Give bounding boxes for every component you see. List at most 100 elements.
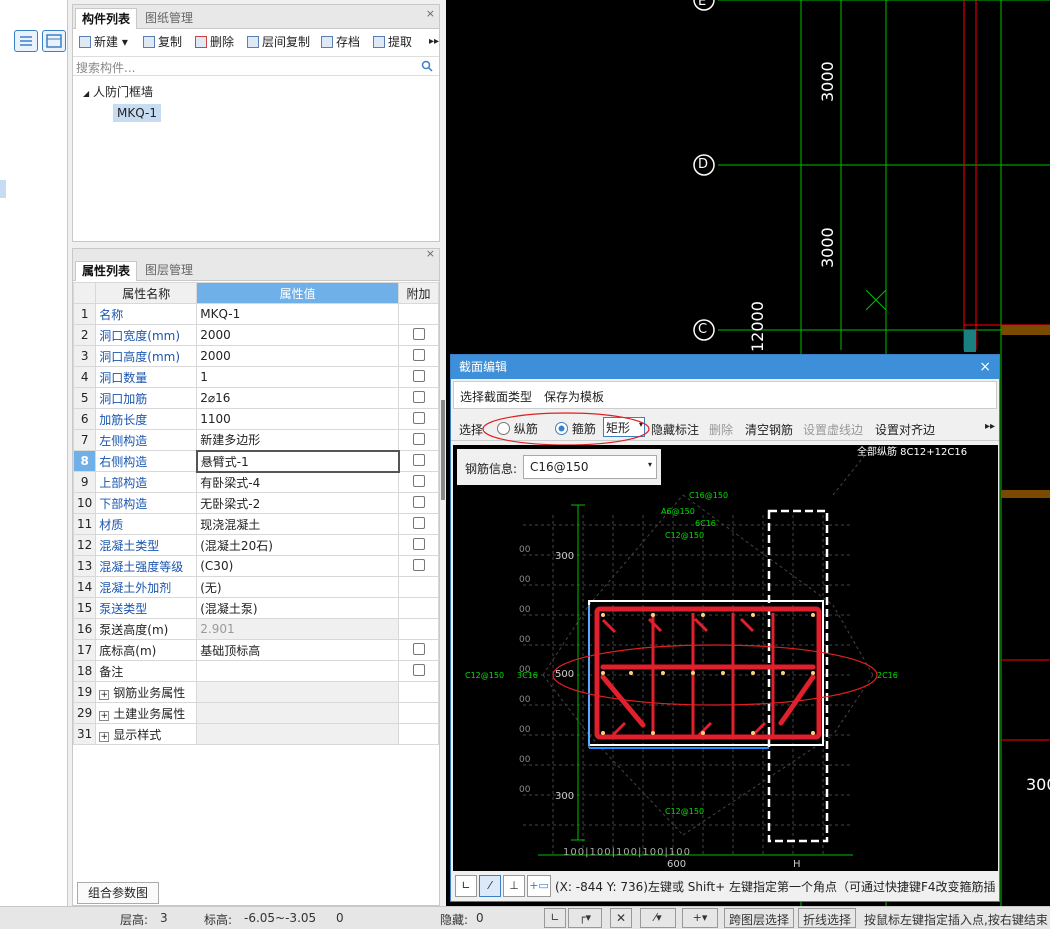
floor-copy-button[interactable]: 层间复制: [247, 31, 310, 53]
more-icon[interactable]: ▸▸: [429, 36, 439, 47]
cross-layer-select-button[interactable]: 跨图层选择: [724, 908, 795, 928]
table-row[interactable]: 11 材质 现浇混凝土: [72, 513, 439, 535]
line-icon[interactable]: ⁄: [479, 875, 501, 897]
cross-mode-icon[interactable]: ✕: [610, 908, 632, 928]
insert-mode-icon[interactable]: +▾: [682, 908, 718, 928]
property-value[interactable]: 2⌀16: [196, 387, 399, 409]
property-value[interactable]: 有卧梁式-4: [196, 471, 399, 493]
select-tool[interactable]: 选择: [459, 421, 483, 438]
table-row[interactable]: 13 混凝土强度等级 (C30): [72, 555, 439, 577]
close-icon[interactable]: ×: [979, 355, 991, 379]
attach-checkbox[interactable]: [398, 324, 439, 346]
table-row[interactable]: 19 + 钢筋业务属性: [72, 681, 439, 703]
insert-point-icon[interactable]: +▭: [527, 875, 551, 897]
property-value[interactable]: (无): [196, 576, 399, 598]
attach-checkbox[interactable]: [398, 345, 439, 367]
table-row[interactable]: 3 洞口高度(mm) 2000: [72, 345, 439, 367]
attach-checkbox[interactable]: [398, 492, 439, 514]
delete-rebar-button[interactable]: 删除: [709, 421, 733, 438]
snap-mode-icon[interactable]: ┌▾: [568, 908, 602, 928]
tree-item-mkq1[interactable]: MKQ-1: [113, 104, 161, 122]
polyline-select-button[interactable]: 折线选择: [798, 908, 857, 928]
search-input[interactable]: 搜索构件...: [73, 56, 439, 76]
new-button[interactable]: 新建 ▾: [79, 31, 128, 53]
ortho-icon[interactable]: ∟: [455, 875, 477, 897]
table-row[interactable]: 6 加筋长度 1100: [72, 408, 439, 430]
archive-button[interactable]: 存档: [321, 31, 360, 53]
property-value[interactable]: 2000: [196, 324, 399, 346]
property-value[interactable]: 1: [196, 366, 399, 388]
property-value[interactable]: MKQ-1: [196, 303, 399, 325]
table-row[interactable]: 16 泵送高度(m) 2.901: [72, 618, 439, 640]
extract-button[interactable]: 提取: [373, 31, 412, 53]
table-row[interactable]: 18 备注: [72, 660, 439, 682]
attach-checkbox[interactable]: [398, 534, 439, 556]
tab-layer-manage[interactable]: 图层管理: [139, 261, 199, 281]
line-mode-icon[interactable]: ⁄▾: [640, 908, 676, 928]
close-icon[interactable]: ×: [426, 7, 435, 20]
table-row[interactable]: 8 右侧构造 悬臂式-1: [72, 449, 439, 473]
table-row[interactable]: 14 混凝土外加剂 (无): [72, 576, 439, 598]
property-value[interactable]: 基础顶标高: [196, 639, 399, 661]
table-row[interactable]: 10 下部构造 无卧梁式-2: [72, 492, 439, 514]
ortho-mode-icon[interactable]: ∟: [544, 908, 566, 928]
collapse-icon[interactable]: ◢: [83, 89, 89, 98]
table-row[interactable]: 9 上部构造 有卧梁式-4: [72, 471, 439, 493]
expand-icon[interactable]: +: [99, 731, 110, 742]
property-value[interactable]: (混凝土泵): [196, 597, 399, 619]
table-row[interactable]: 15 泵送类型 (混凝土泵): [72, 597, 439, 619]
perpendicular-icon[interactable]: ⊥: [503, 875, 525, 897]
table-row[interactable]: 1 名称 MKQ-1: [72, 303, 439, 325]
attach-checkbox[interactable]: [398, 429, 439, 451]
property-value[interactable]: [196, 723, 399, 745]
property-value[interactable]: [196, 702, 399, 724]
tab-component-list[interactable]: 构件列表: [75, 8, 138, 29]
property-value[interactable]: 1100: [196, 408, 399, 430]
table-row[interactable]: 31 + 显示样式: [72, 723, 439, 745]
property-value[interactable]: 无卧梁式-2: [196, 492, 399, 514]
set-align-edge-button[interactable]: 设置对齐边: [875, 421, 935, 438]
table-row[interactable]: 5 洞口加筋 2⌀16: [72, 387, 439, 409]
combo-param-button[interactable]: 组合参数图: [77, 882, 159, 904]
select-section-type-menu[interactable]: 选择截面类型: [460, 388, 532, 405]
list-view-icon[interactable]: [14, 30, 38, 52]
copy-button[interactable]: 复制: [143, 31, 182, 53]
property-value[interactable]: [196, 660, 399, 682]
delete-button[interactable]: 删除: [195, 31, 234, 53]
attach-checkbox[interactable]: [398, 387, 439, 409]
save-as-template-menu[interactable]: 保存为模板: [544, 388, 604, 405]
tab-drawing-manage[interactable]: 图纸管理: [139, 8, 199, 29]
attach-checkbox[interactable]: [398, 513, 439, 535]
property-value[interactable]: (C30): [196, 555, 399, 577]
expand-icon[interactable]: +: [99, 710, 110, 721]
property-value[interactable]: 2.901: [196, 618, 399, 640]
property-value[interactable]: [196, 681, 399, 703]
property-value[interactable]: 新建多边形: [196, 429, 399, 451]
table-row[interactable]: 29 + 土建业务属性: [72, 702, 439, 724]
hide-label-button[interactable]: 隐藏标注: [651, 421, 699, 438]
table-row[interactable]: 4 洞口数量 1: [72, 366, 439, 388]
tab-property-list[interactable]: 属性列表: [75, 261, 138, 281]
attach-checkbox[interactable]: [398, 408, 439, 430]
table-row[interactable]: 2 洞口宽度(mm) 2000: [72, 324, 439, 346]
table-row[interactable]: 12 混凝土类型 (混凝土20石): [72, 534, 439, 556]
detail-view-icon[interactable]: [42, 30, 66, 52]
property-value[interactable]: (混凝土20石): [196, 534, 399, 556]
attach-checkbox[interactable]: [398, 366, 439, 388]
expand-icon[interactable]: +: [99, 689, 110, 700]
attach-checkbox[interactable]: [398, 450, 439, 472]
clear-rebar-button[interactable]: 清空钢筋: [745, 421, 793, 438]
splitter-handle[interactable]: [441, 400, 445, 500]
attach-checkbox[interactable]: [398, 639, 439, 661]
property-value[interactable]: 2000: [196, 345, 399, 367]
table-row[interactable]: 7 左侧构造 新建多边形: [72, 429, 439, 451]
attach-checkbox[interactable]: [398, 471, 439, 493]
table-row[interactable]: 17 底标高(m) 基础顶标高: [72, 639, 439, 661]
property-value[interactable]: 现浇混凝土: [196, 513, 399, 535]
attach-checkbox[interactable]: [398, 555, 439, 577]
attach-checkbox[interactable]: [398, 660, 439, 682]
property-value[interactable]: 悬臂式-1: [195, 449, 400, 473]
tree-root[interactable]: ◢ 人防门框墙: [83, 83, 153, 100]
section-canvas[interactable]: 钢筋信息: C16@150 ▾ 全部纵筋 8C12+12C16 C16@150 …: [453, 445, 998, 871]
set-dash-edge-button[interactable]: 设置虚线边: [803, 421, 863, 438]
